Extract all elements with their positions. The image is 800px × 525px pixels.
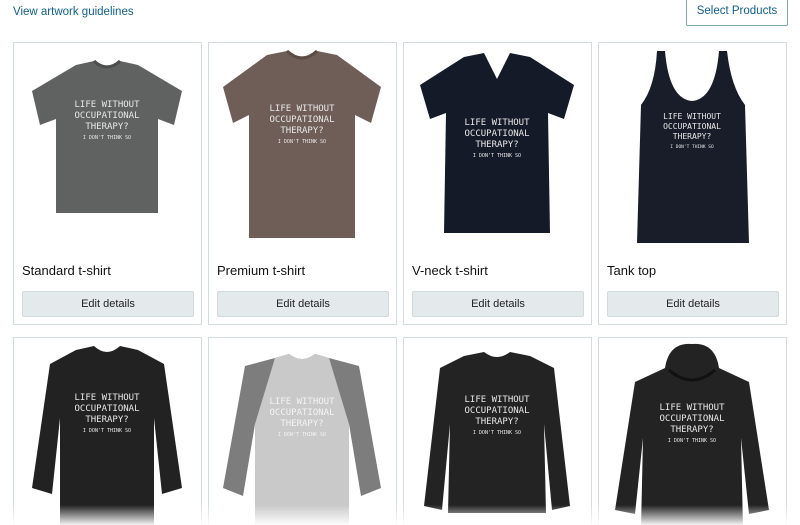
product-card-tank-top[interactable]: LIFE WITHOUT OCCUPATIONAL THERAPY? I DON… <box>598 42 787 325</box>
design-line-4: I DON'T THINK SO <box>278 432 326 438</box>
product-card-raglan[interactable]: LIFE WITHOUT OCCUPATIONAL THERAPY? I DON… <box>208 337 397 525</box>
edit-details-button[interactable]: Edit details <box>412 291 584 317</box>
long-sleeve-shape <box>32 346 182 525</box>
design-line-2: OCCUPATIONAL <box>663 122 721 131</box>
standard-tshirt-image: LIFE WITHOUT OCCUPATIONAL THERAPY? I DON… <box>32 59 182 213</box>
sweatshirt-image: LIFE WITHOUT OCCUPATIONAL THERAPY? I DON… <box>424 352 570 513</box>
design-line-3: THERAPY? <box>280 126 323 136</box>
design-line-1: LIFE WITHOUT <box>269 104 335 114</box>
design-line-1: LIFE WITHOUT <box>74 100 140 110</box>
design-line-1: LIFE WITHOUT <box>74 393 140 403</box>
premium-tshirt-image: LIFE WITHOUT OCCUPATIONAL THERAPY? I DON… <box>223 49 381 238</box>
product-title: Premium t-shirt <box>217 263 306 278</box>
design-line-3: THERAPY? <box>85 122 128 132</box>
design-line-1: LIFE WITHOUT <box>659 403 725 413</box>
product-card-long-sleeve[interactable]: LIFE WITHOUT OCCUPATIONAL THERAPY? I DON… <box>13 337 202 525</box>
hoodie-image: LIFE WITHOUT OCCUPATIONAL THERAPY? I DON… <box>615 343 769 525</box>
design-line-2: OCCUPATIONAL <box>464 129 529 139</box>
design-line-1: LIFE WITHOUT <box>663 112 721 121</box>
design-line-2: OCCUPATIONAL <box>269 115 334 125</box>
product-card-standard-tshirt[interactable]: LIFE WITHOUT OCCUPATIONAL THERAPY? I DON… <box>13 42 202 325</box>
edit-details-button[interactable]: Edit details <box>217 291 389 317</box>
product-card-hoodie[interactable]: LIFE WITHOUT OCCUPATIONAL THERAPY? I DON… <box>598 337 787 525</box>
select-products-button[interactable]: Select Products <box>686 0 788 26</box>
product-title: V-neck t-shirt <box>412 263 488 278</box>
product-card-vneck-tshirt[interactable]: LIFE WITHOUT OCCUPATIONAL THERAPY? I DON… <box>403 42 592 325</box>
design-line-2: OCCUPATIONAL <box>659 414 724 424</box>
design-line-2: OCCUPATIONAL <box>464 406 529 416</box>
design-line-4: I DON'T THINK SO <box>668 438 716 444</box>
tank-top-image: LIFE WITHOUT OCCUPATIONAL THERAPY? I DON… <box>637 51 749 243</box>
design-line-4: I DON'T THINK SO <box>83 428 131 434</box>
design-line-1: LIFE WITHOUT <box>269 397 335 407</box>
design-line-3: THERAPY? <box>475 140 518 150</box>
design-line-1: LIFE WITHOUT <box>464 118 530 128</box>
edit-details-button[interactable]: Edit details <box>607 291 779 317</box>
view-artwork-guidelines-link[interactable]: View artwork guidelines <box>13 6 134 18</box>
design-line-3: THERAPY? <box>673 132 712 141</box>
top-bar: View artwork guidelines Select Products <box>0 0 800 40</box>
product-card-sweatshirt[interactable]: LIFE WITHOUT OCCUPATIONAL THERAPY? I DON… <box>403 337 592 525</box>
raglan-shirt-image: LIFE WITHOUT OCCUPATIONAL THERAPY? I DON… <box>223 354 381 525</box>
design-line-2: OCCUPATIONAL <box>269 408 334 418</box>
design-line-4: I DON'T THINK SO <box>473 430 521 436</box>
design-line-4: I DON'T THINK SO <box>670 144 714 150</box>
design-line-3: THERAPY? <box>85 415 128 425</box>
design-line-3: THERAPY? <box>475 417 518 427</box>
design-line-1: LIFE WITHOUT <box>464 395 530 405</box>
long-sleeve-shirt-image: LIFE WITHOUT OCCUPATIONAL THERAPY? I DON… <box>32 346 182 525</box>
design-line-2: OCCUPATIONAL <box>74 111 139 121</box>
product-title: Standard t-shirt <box>22 263 111 278</box>
product-card-premium-tshirt[interactable]: LIFE WITHOUT OCCUPATIONAL THERAPY? I DON… <box>208 42 397 325</box>
design-line-4: I DON'T THINK SO <box>278 139 326 145</box>
design-line-3: THERAPY? <box>280 419 323 429</box>
bottom-fade <box>0 505 800 525</box>
design-line-3: THERAPY? <box>670 425 713 435</box>
raglan-body-shape <box>255 354 349 525</box>
edit-details-button[interactable]: Edit details <box>22 291 194 317</box>
product-title: Tank top <box>607 263 657 278</box>
design-line-2: OCCUPATIONAL <box>74 404 139 414</box>
design-line-4: I DON'T THINK SO <box>83 135 131 141</box>
design-line-4: I DON'T THINK SO <box>473 153 521 159</box>
vneck-tshirt-image: LIFE WITHOUT OCCUPATIONAL THERAPY? I DON… <box>420 53 574 233</box>
